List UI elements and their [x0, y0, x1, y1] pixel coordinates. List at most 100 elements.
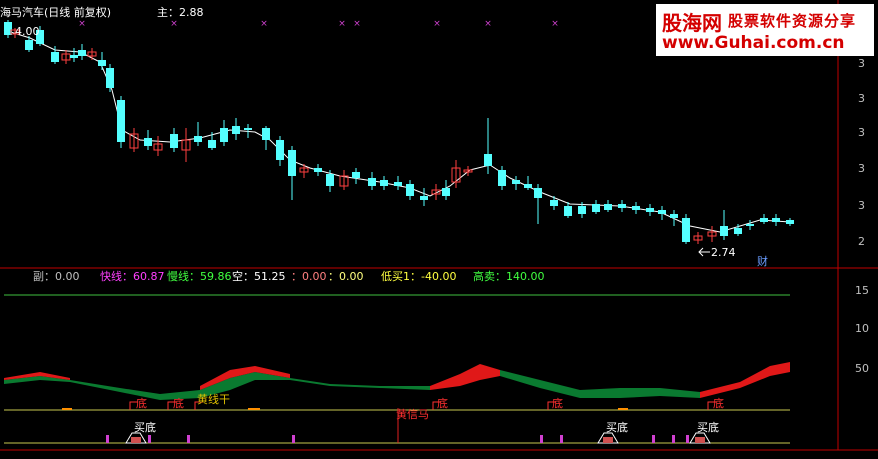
candle-body-down: [420, 196, 428, 200]
signal-bar: [560, 435, 563, 443]
cross-marker: ×: [170, 19, 178, 29]
candle-body-down: [498, 170, 506, 186]
cross-marker: ×: [353, 19, 361, 29]
buy-bottom-fill: [603, 437, 613, 443]
candle-body-down: [170, 134, 178, 148]
bottom-signal-markers: [62, 401, 716, 410]
candle-body-down: [670, 214, 678, 218]
finance-marker[interactable]: 财: [757, 255, 768, 268]
signal-di-label: 底: [437, 397, 448, 410]
candle-body-down: [442, 188, 450, 196]
cross-marker: ×: [78, 19, 86, 29]
candle-body-down: [658, 210, 666, 214]
candle-body-down: [618, 204, 626, 208]
candle-body-down: [646, 208, 654, 212]
cross-marker: ×: [338, 19, 346, 29]
price-axis-label: 3: [858, 92, 865, 105]
candle-body-down: [244, 128, 252, 130]
candle-body-down: [368, 178, 376, 186]
indicator-axis-label: 50: [855, 362, 869, 375]
signal-bar: [148, 435, 151, 443]
candle-body-down: [276, 140, 284, 160]
candle-body-down: [117, 100, 125, 142]
signal-bar: [292, 435, 295, 443]
signal-bar: [652, 435, 655, 443]
candle-body-down: [380, 180, 388, 186]
candle-body-down: [746, 224, 754, 226]
price-axis-label: 2: [858, 235, 865, 248]
signal-mai-di-label: 买底: [134, 421, 156, 434]
cross-marker: ×: [433, 19, 441, 29]
signal-bar: [540, 435, 543, 443]
low-price-marker: [698, 247, 710, 257]
candle-body-down: [578, 206, 586, 214]
candle-body-down: [314, 168, 322, 172]
legend-fast-line: 快线：60.87: [100, 270, 165, 283]
candle-body-down: [78, 50, 86, 56]
candle-body-down: [592, 204, 600, 212]
candle-body-down: [512, 180, 520, 184]
cross-marker: ×: [260, 19, 268, 29]
candle-body-down: [98, 60, 106, 66]
signal-mai-di-label: 买底: [606, 421, 628, 434]
signal-bar: [106, 435, 109, 443]
price-axis-label: 3: [858, 57, 865, 70]
watermark-brand: 股海网: [662, 11, 722, 35]
candle-body-down: [288, 150, 296, 176]
watermark-url: www.Guhai.com.cn: [662, 33, 845, 53]
candle-body-down: [720, 226, 728, 236]
buy-bottom-fill: [695, 437, 705, 443]
candle-body-down: [632, 206, 640, 210]
candle-body-down: [524, 184, 532, 188]
price-axis-label: 3: [858, 162, 865, 175]
candle-body-down: [352, 172, 360, 178]
candle-body-down: [604, 204, 612, 210]
price-axis-label: 3: [858, 126, 865, 139]
candle-body-down: [25, 40, 33, 50]
band-green: [500, 370, 700, 398]
signal-huang-xian-gan: 黄线干: [197, 393, 230, 406]
indicator-axis-label: 10: [855, 322, 869, 335]
candle-body-down: [70, 55, 78, 58]
signal-bar: [672, 435, 675, 443]
top-price-label: 4.00: [15, 25, 40, 38]
signal-dash: [62, 408, 72, 410]
signal-di-label: 底: [713, 397, 724, 410]
guhai-watermark: 股海网 股票软件资源分享 www.Guhai.com.cn: [656, 4, 874, 56]
legend-value-b: ：0.00: [328, 270, 364, 283]
low-price-label: 2.74: [711, 246, 736, 259]
signal-dash: [618, 408, 628, 410]
indicator-axis-label: 15: [855, 284, 869, 297]
candle-body-down: [144, 138, 152, 146]
stock-title: 海马汽车(日线 前复权): [0, 6, 112, 19]
candle-body-down: [786, 220, 794, 224]
candle-body-down: [534, 188, 542, 198]
signal-mai-di-label: 买底: [697, 421, 719, 434]
signal-bar: [187, 435, 190, 443]
legend-value-a: ：0.00: [291, 270, 327, 283]
candle-body-down: [406, 184, 414, 196]
candle-body-down: [772, 218, 780, 222]
candle-body-down: [262, 128, 270, 140]
signal-di-label: 底: [552, 397, 563, 410]
main-indicator-label: 主：2.88: [157, 6, 204, 19]
legend-slow-line: 慢线：59.86: [167, 270, 232, 283]
legend-high-sell: 高卖：140.00: [473, 270, 545, 283]
band-red: [430, 364, 500, 390]
buy-bottom-markers: [106, 432, 711, 444]
candle-body-down: [194, 136, 202, 142]
top-cross-markers: × × × × × × × ×: [78, 19, 559, 29]
cross-marker: ×: [484, 19, 492, 29]
candle-body-down: [106, 68, 114, 88]
signal-di-label: 底: [136, 397, 147, 410]
band-red: [700, 362, 790, 398]
candle-body-down: [326, 174, 334, 186]
signal-huang-xin-ma: 黄信马: [396, 408, 429, 421]
candle-body-down: [51, 52, 59, 62]
candle-body-down: [734, 228, 742, 234]
candle-body-down: [220, 128, 228, 142]
signal-dash: [250, 408, 260, 410]
price-axis-label: 3: [858, 199, 865, 212]
candle-body-down: [484, 154, 492, 166]
legend-sub: 副：0.00: [33, 270, 80, 283]
